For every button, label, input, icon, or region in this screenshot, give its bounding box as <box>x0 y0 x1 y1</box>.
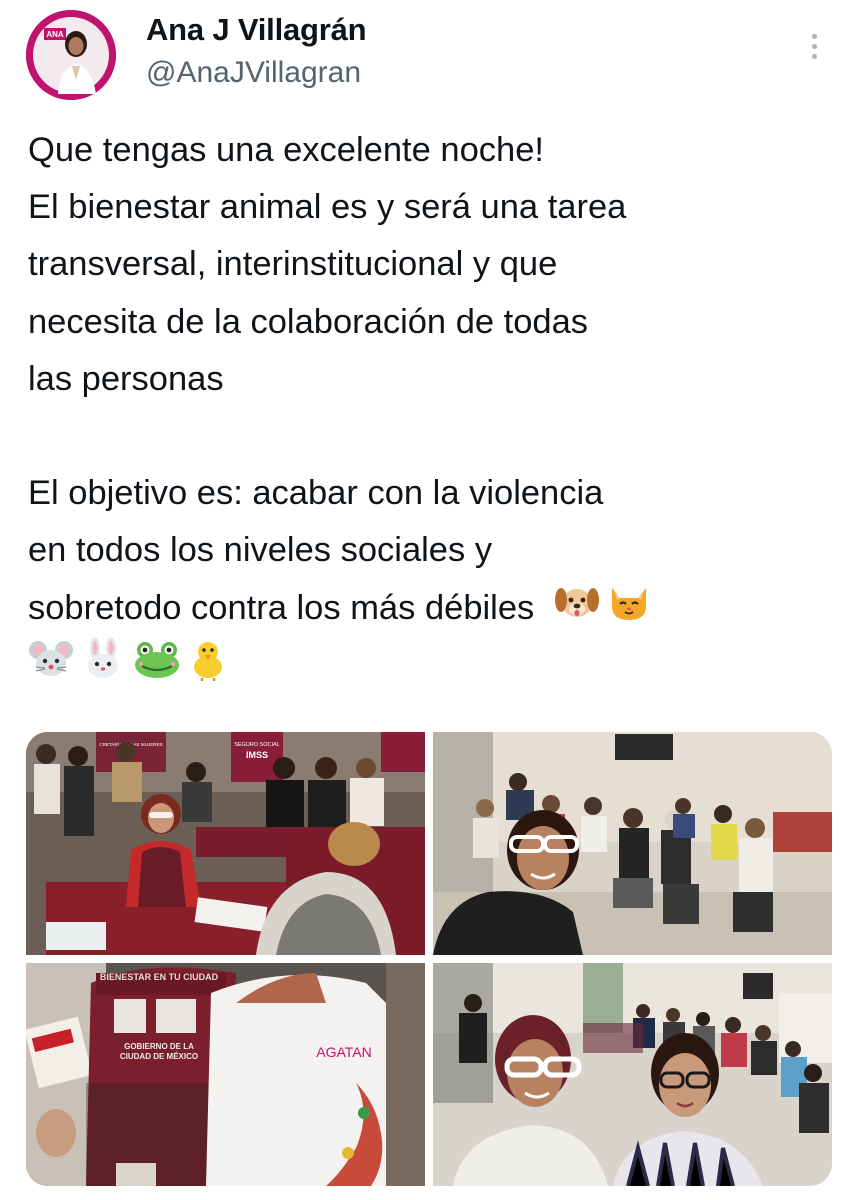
agatan-text: AGATAN <box>316 1044 372 1060</box>
vest-gobierno-text: GOBIERNO DE LA <box>124 1042 194 1051</box>
imss-banner-text: IMSS <box>246 750 268 760</box>
mouse-face-icon <box>28 638 74 698</box>
baby-chick-icon <box>188 637 228 699</box>
rabbit-face-icon <box>80 636 126 698</box>
photo-selfie-two-women[interactable] <box>433 963 832 1186</box>
tweet-line: necesita de la colaboración de todas <box>28 302 589 341</box>
photo-registration-table[interactable]: SEGURO SOCIAL IMSS CRETARÍA DE LAS MUJER… <box>26 732 425 955</box>
vest-bienestar-text: BIENESTAR EN TU CIUDAD <box>100 972 219 982</box>
author-handle[interactable]: @AnaJVillagran <box>146 56 361 90</box>
avatar-badge-text: ANA <box>46 30 64 39</box>
cat-face-icon <box>606 580 652 640</box>
author-display-name[interactable]: Ana J Villagrán <box>146 12 367 48</box>
vest-cdmx-text: CIUDAD DE MÉXICO <box>120 1052 198 1061</box>
media-grid: SEGURO SOCIAL IMSS CRETARÍA DE LAS MUJER… <box>26 732 832 1186</box>
tweet-line: transversal, interinstitucional y que <box>28 245 558 284</box>
tweet-line: Que tengas una excelente noche! <box>28 131 544 169</box>
photo-selfie-meeting-room[interactable] <box>433 732 832 955</box>
avatar[interactable]: ANA <box>26 10 116 100</box>
tweet-line: El objetivo es: acabar con la violencia <box>28 474 604 513</box>
tweet-line: sobretodo contra los más débiles <box>28 588 535 627</box>
imss-banner-subtitle: SEGURO SOCIAL <box>234 742 280 748</box>
tweet-line: las personas <box>28 359 224 398</box>
dog-face-icon <box>554 580 600 640</box>
tweet-line-with-emoji: sobretodo contra los más débiles <box>28 580 833 637</box>
more-options-button[interactable] <box>798 28 830 64</box>
tweet-text: Que tengas una excelente noche! El biene… <box>28 122 833 694</box>
emoji-line <box>28 636 833 694</box>
tweet-line: en todos los niveles sociales y <box>28 531 493 570</box>
more-dots-icon <box>811 33 817 39</box>
photo-bienestar-vest[interactable]: BIENESTAR EN TU CIUDAD GOBIERNO DE LA CI… <box>26 963 425 1186</box>
tweet-line: El bienestar animal es y será una tarea <box>28 188 627 227</box>
frog-face-icon <box>132 638 182 698</box>
